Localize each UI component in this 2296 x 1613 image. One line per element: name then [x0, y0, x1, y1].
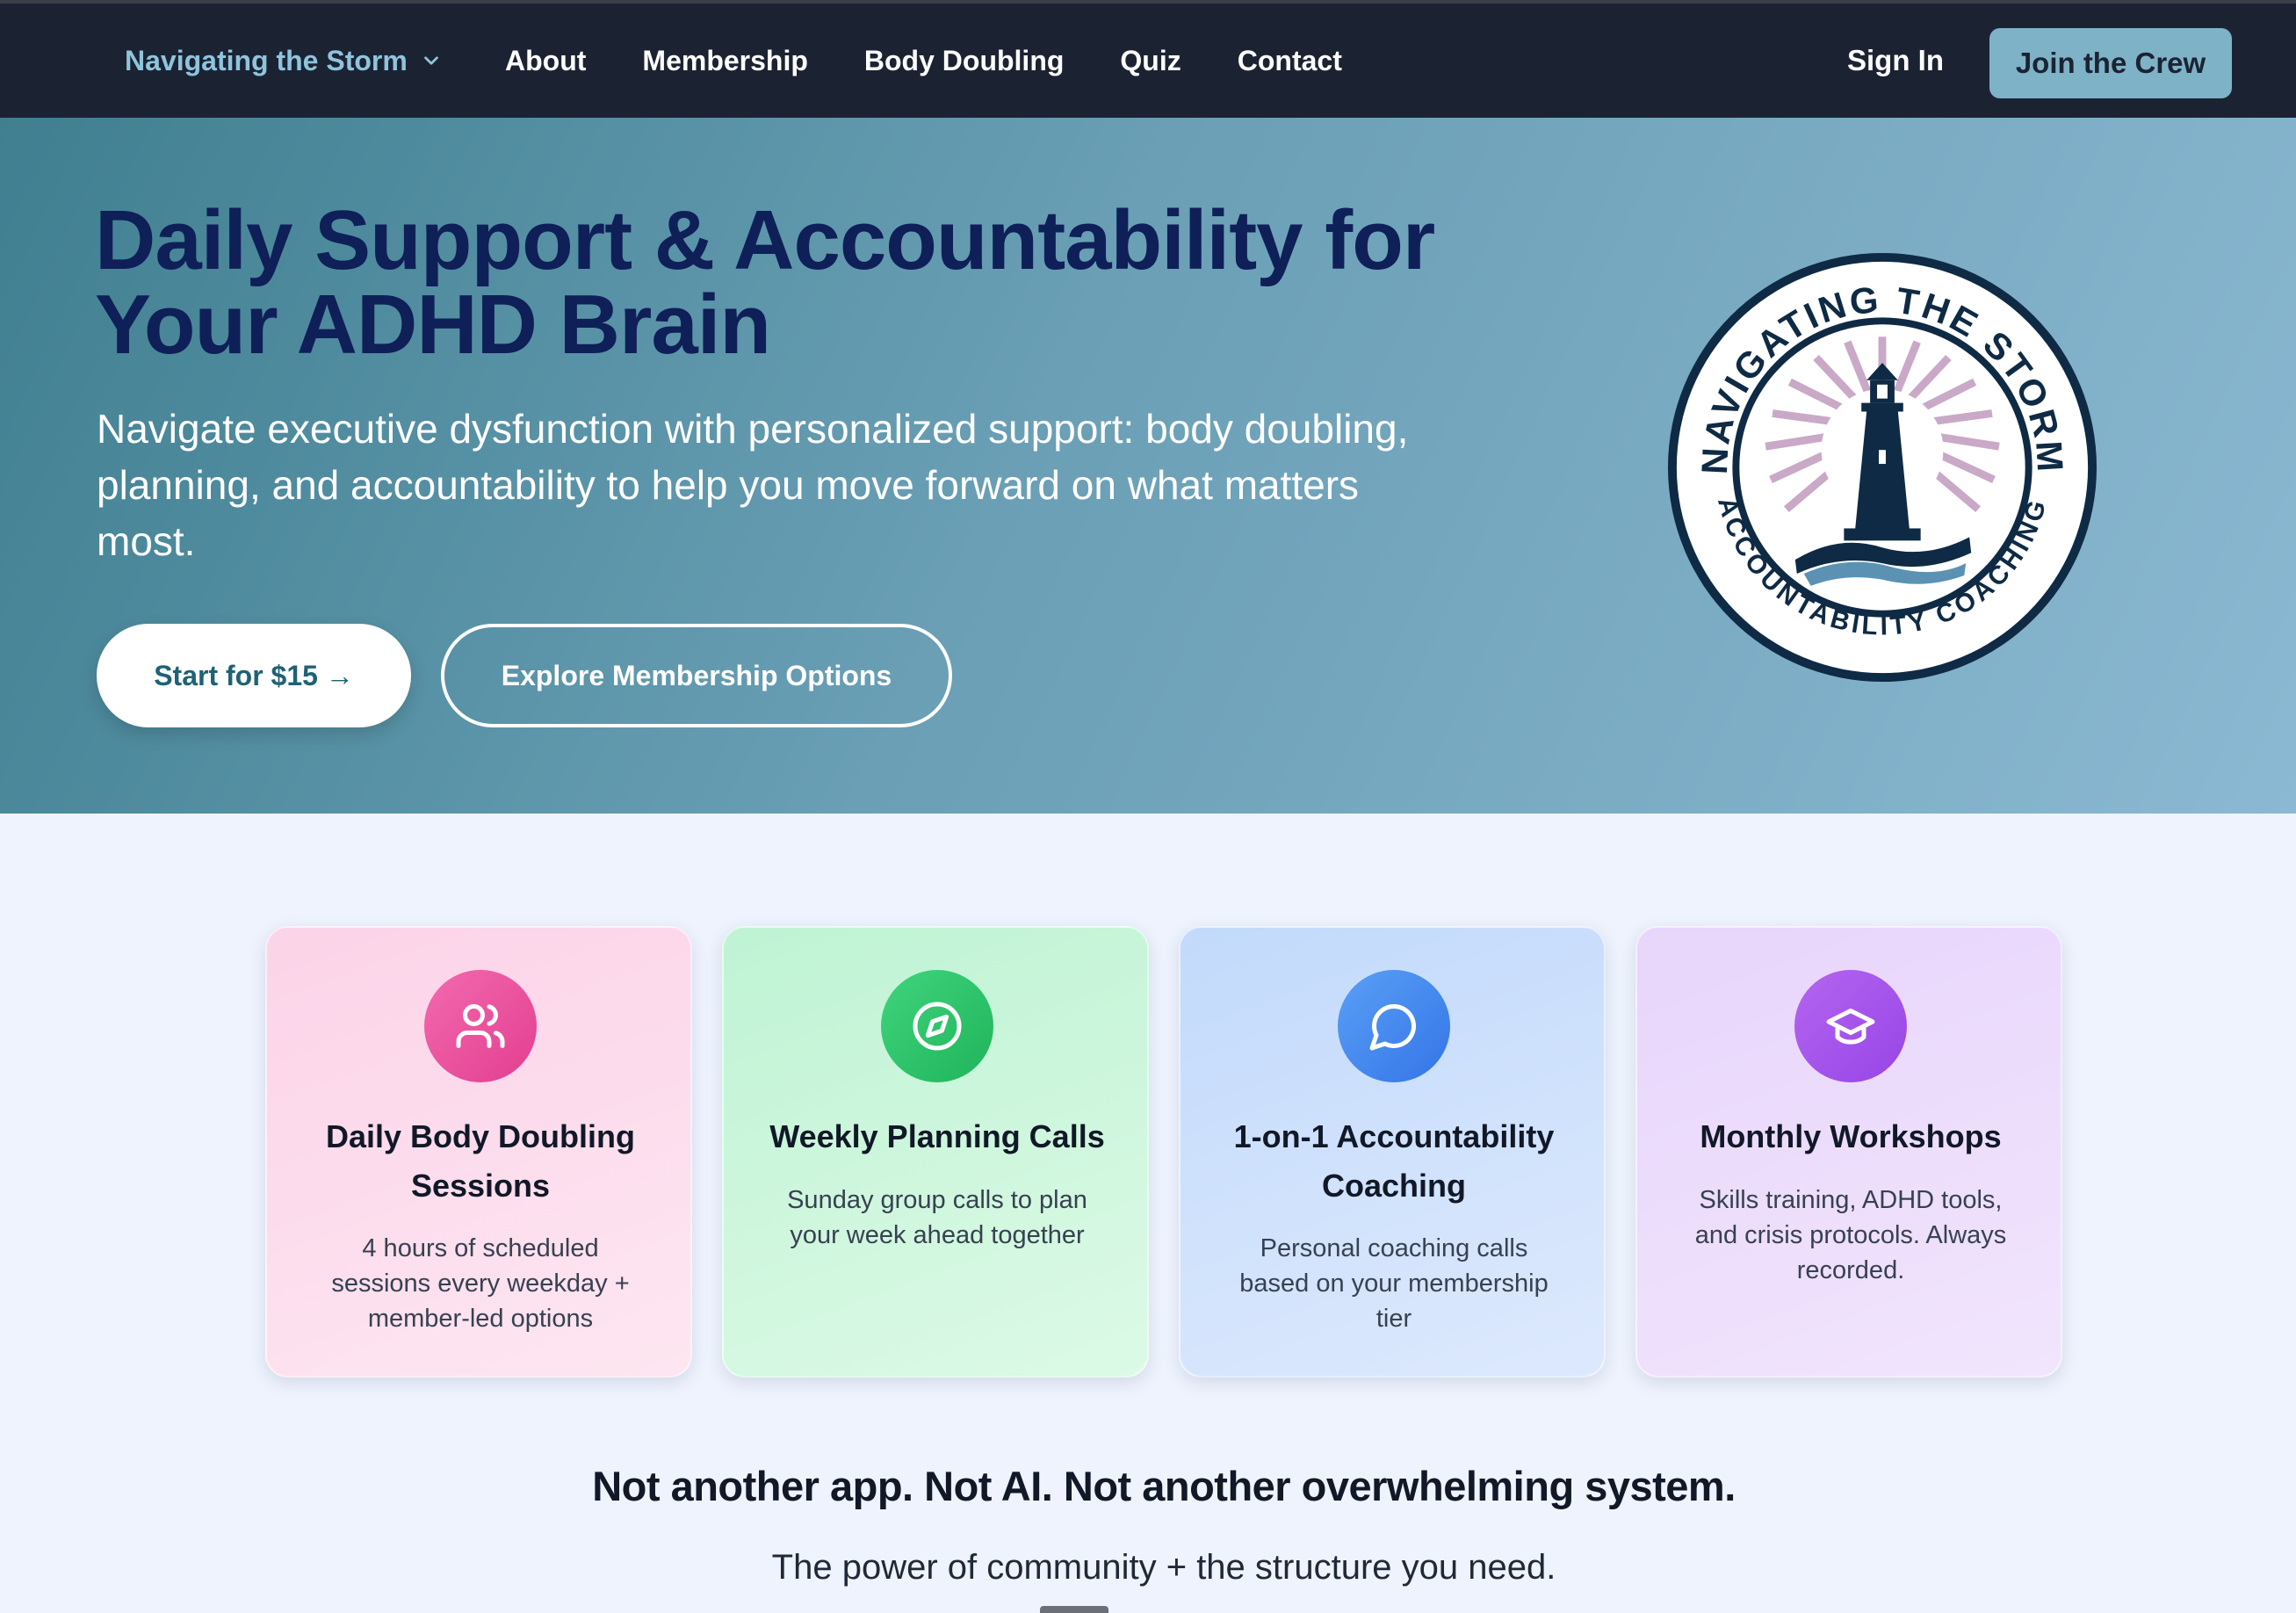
- hero-title: Daily Support & Accountability for Your …: [95, 193, 1435, 372]
- nav-link-body-doubling[interactable]: Body Doubling: [864, 45, 1065, 77]
- brand-menu[interactable]: Navigating the Storm: [125, 4, 443, 118]
- feature-card-workshops: Monthly Workshops Skills training, ADHD …: [1635, 926, 2062, 1378]
- join-button[interactable]: Join the Crew: [1989, 28, 2232, 98]
- explore-membership-button[interactable]: Explore Membership Options: [441, 624, 952, 727]
- hero-subtitle: Navigate executive dysfunction with pers…: [97, 406, 1409, 564]
- lighthouse-logo: NAVIGATING THE STORM ACCOUNTABILITY COAC…: [1667, 252, 2097, 683]
- graduation-cap-icon: [1826, 1009, 1875, 1045]
- tagline: Not another app. Not AI. Not another ove…: [592, 1463, 1736, 1509]
- users-icon: [456, 1004, 505, 1048]
- feature-title: Monthly Workshops: [1700, 1118, 2002, 1154]
- sign-in-link[interactable]: Sign In: [1847, 4, 1944, 118]
- feature-card-planning: Weekly Planning Calls Sunday group calls…: [722, 926, 1149, 1378]
- top-navbar: Navigating the Storm About Membership Bo…: [0, 4, 2296, 118]
- nav-links: About Membership Body Doubling Quiz Cont…: [505, 4, 1398, 118]
- feature-title: 1-on-1 Accountability Coaching: [1233, 1118, 1555, 1204]
- feature-desc: Personal coaching calls based on your me…: [1239, 1234, 1549, 1333]
- compass-icon: [913, 1002, 962, 1051]
- nav-link-contact[interactable]: Contact: [1238, 45, 1342, 77]
- feature-card-coaching: 1-on-1 Accountability Coaching Personal …: [1179, 926, 1606, 1378]
- nav-link-quiz[interactable]: Quiz: [1120, 45, 1180, 77]
- brand-label: Navigating the Storm: [125, 44, 408, 76]
- chevron-down-icon: [423, 56, 438, 65]
- feature-desc: Skills training, ADHD tools, and crisis …: [1694, 1186, 2007, 1284]
- users-icon-badge: [424, 970, 537, 1082]
- scroll-indicator: [1040, 1606, 1108, 1613]
- feature-cards: Daily Body Doubling Sessions 4 hours of …: [265, 926, 2064, 1378]
- nav-link-membership[interactable]: Membership: [642, 45, 807, 77]
- feature-desc: 4 hours of scheduled sessions every week…: [331, 1234, 630, 1333]
- feature-title: Daily Body Doubling Sessions: [325, 1118, 635, 1204]
- compass-icon-badge: [881, 970, 993, 1082]
- graduation-cap-icon-badge: [1794, 970, 1907, 1082]
- subline: The power of community + the structure y…: [771, 1548, 1556, 1587]
- start-button[interactable]: Start for $15 →: [97, 624, 411, 727]
- feature-desc: Sunday group calls to plan your week ahe…: [787, 1186, 1087, 1249]
- hero-section: Daily Support & Accountability for Your …: [0, 118, 2296, 814]
- feature-title: Weekly Planning Calls: [769, 1118, 1105, 1154]
- feature-card-body-doubling: Daily Body Doubling Sessions 4 hours of …: [265, 926, 692, 1378]
- chat-bubble-icon-badge: [1338, 970, 1450, 1082]
- chat-bubble-icon: [1369, 1003, 1417, 1051]
- nav-link-about[interactable]: About: [505, 45, 586, 77]
